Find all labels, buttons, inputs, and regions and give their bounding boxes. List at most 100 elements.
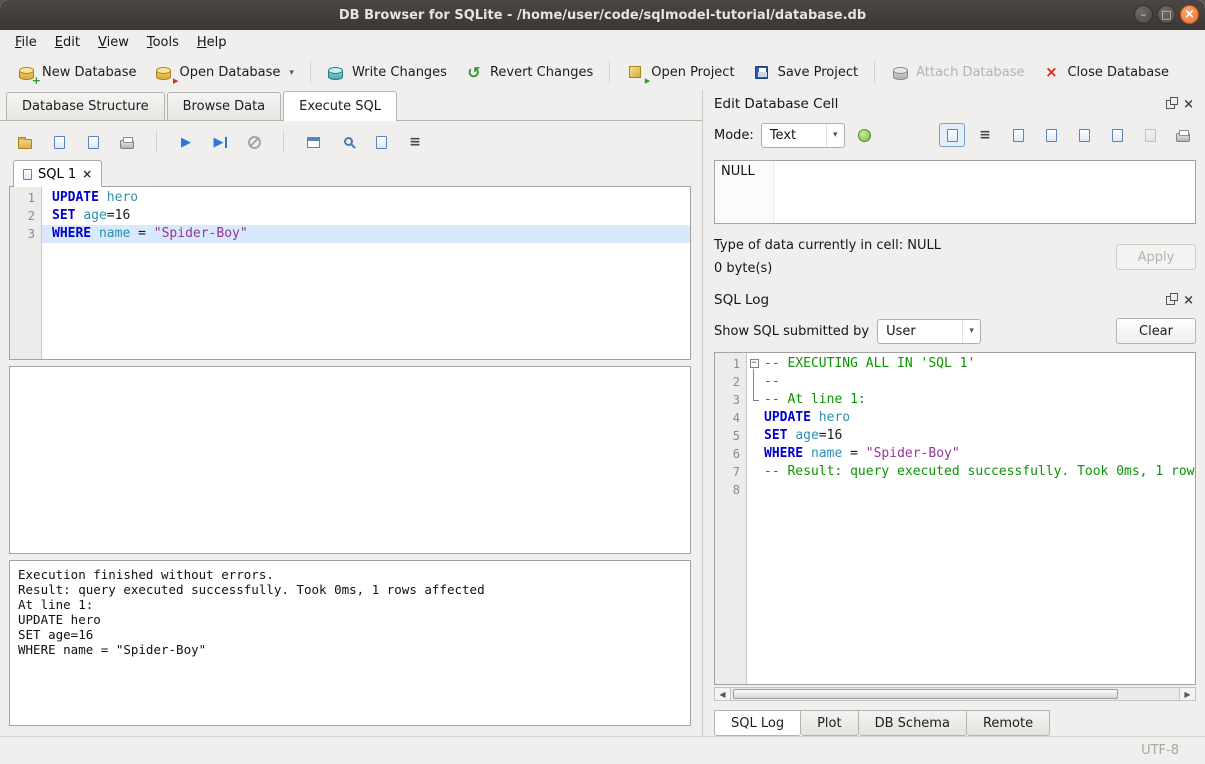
- revert-changes-button[interactable]: ↺ Revert Changes: [456, 60, 602, 85]
- auto-format-button[interactable]: [852, 123, 878, 147]
- tab-database-structure[interactable]: Database Structure: [6, 92, 165, 120]
- scrollbar-track[interactable]: [731, 688, 1179, 700]
- copy-cell-button[interactable]: [1038, 123, 1064, 147]
- execute-current-line-icon: ▶: [214, 136, 227, 149]
- search-icon: [344, 137, 353, 146]
- clear-log-button[interactable]: Clear: [1116, 318, 1196, 344]
- write-changes-button[interactable]: Write Changes: [318, 60, 456, 85]
- apply-button[interactable]: Apply: [1116, 244, 1196, 270]
- dock-tab-bar: SQL Log Plot DB Schema Remote: [714, 710, 1196, 736]
- sql-file-icon: [23, 169, 32, 180]
- scroll-right-icon[interactable]: ▶: [1179, 688, 1195, 700]
- open-project-icon: ▸: [626, 64, 644, 81]
- tab-sql-log[interactable]: SQL Log: [714, 710, 801, 736]
- app-window: DB Browser for SQLite - /home/user/code/…: [0, 0, 1205, 764]
- save-sql-file-icon: [54, 136, 65, 149]
- results-grid[interactable]: [9, 366, 691, 554]
- close-database-button[interactable]: × Close Database: [1033, 60, 1178, 85]
- close-tab-icon[interactable]: ×: [82, 167, 92, 181]
- edit-cell-title: Edit Database Cell: [714, 96, 838, 112]
- sql-file-tab-bar: SQL 1 ×: [9, 158, 691, 186]
- close-database-icon: ×: [1042, 64, 1060, 81]
- tab-plot[interactable]: Plot: [801, 710, 859, 736]
- minimize-icon[interactable]: –: [1134, 5, 1153, 24]
- sql-file-tab-label: SQL 1: [38, 167, 76, 182]
- mode-select-value: Text: [770, 128, 796, 143]
- menu-view[interactable]: View: [89, 32, 138, 53]
- scroll-left-icon[interactable]: ◀: [715, 688, 731, 700]
- word-wrap-icon: ≡: [979, 128, 991, 142]
- export-cell-button[interactable]: ▸: [1104, 123, 1130, 147]
- save-project-button[interactable]: Save Project: [744, 60, 868, 85]
- cell-word-wrap-button[interactable]: ≡: [972, 123, 998, 147]
- sql-log-filter-row: Show SQL submitted by User ▾ Clear: [714, 316, 1196, 346]
- find-button[interactable]: [335, 130, 359, 154]
- save-sql-file-as-button[interactable]: [81, 130, 105, 154]
- close-panel-icon[interactable]: ×: [1183, 98, 1194, 111]
- attach-database-button[interactable]: Attach Database: [882, 60, 1033, 85]
- menu-file[interactable]: File: [6, 32, 46, 53]
- cell-info-row: Type of data currently in cell: NULL 0 b…: [714, 238, 1196, 276]
- save-project-icon: [753, 64, 771, 81]
- sql-file-tab[interactable]: SQL 1 ×: [13, 160, 102, 187]
- float-panel-icon[interactable]: [1166, 100, 1175, 109]
- execute-sql-page: ▶ ▶ ≡ SQL 1 × 1UPDATE hero2SET age=163WH…: [0, 121, 702, 736]
- sql-log-filter-select[interactable]: User ▾: [877, 319, 981, 344]
- print-icon: [120, 140, 134, 149]
- close-icon[interactable]: ×: [1180, 5, 1199, 24]
- message-line: Result: query executed successfully. Too…: [18, 582, 682, 597]
- import-cell-button[interactable]: ▸: [1071, 123, 1097, 147]
- tab-db-schema[interactable]: DB Schema: [859, 710, 967, 736]
- word-wrap-icon: ≡: [409, 135, 421, 149]
- sql-editor[interactable]: 1UPDATE hero2SET age=163WHERE name = "Sp…: [9, 186, 691, 360]
- tab-remote[interactable]: Remote: [967, 710, 1050, 736]
- cell-value-editor[interactable]: NULL: [714, 160, 1196, 224]
- scrollbar-thumb[interactable]: [733, 689, 1118, 699]
- main-content-right: Edit Database Cell × Mode: Text ▾ ≡ ▸ ▸: [704, 90, 1205, 736]
- cell-size-info: 0 byte(s): [714, 261, 941, 276]
- sql-log-view[interactable]: 1−-- EXECUTING ALL IN 'SQL 1'2--3-- At l…: [714, 352, 1196, 685]
- log-horizontal-scrollbar[interactable]: ◀ ▶: [714, 687, 1196, 701]
- open-database-dropdown-icon[interactable]: ▾: [289, 68, 294, 81]
- save-sql-file-as-icon: [88, 136, 99, 149]
- toolbar-separator: [310, 61, 311, 83]
- chevron-down-icon: ▾: [962, 320, 980, 343]
- stop-execution-button[interactable]: [242, 130, 266, 154]
- save-sql-file-button[interactable]: [47, 130, 71, 154]
- text-view-button[interactable]: [939, 123, 965, 147]
- gear-icon: [858, 129, 871, 142]
- edit-cell-header: Edit Database Cell ×: [714, 94, 1196, 114]
- text-document-icon: [947, 129, 958, 142]
- revert-changes-icon: ↺: [465, 64, 483, 81]
- close-panel-icon[interactable]: ×: [1183, 294, 1194, 307]
- execute-all-button[interactable]: ▶: [174, 130, 198, 154]
- float-panel-icon[interactable]: [1166, 296, 1175, 305]
- print-sql-button[interactable]: [115, 130, 139, 154]
- detach-editor-button[interactable]: [301, 130, 325, 154]
- maximize-icon[interactable]: □: [1157, 5, 1176, 24]
- tab-browse-data[interactable]: Browse Data: [167, 92, 282, 120]
- open-in-external-button[interactable]: [1005, 123, 1031, 147]
- window-controls: – □ ×: [1134, 5, 1199, 24]
- menu-edit[interactable]: Edit: [46, 32, 89, 53]
- execute-sql-toolbar: ▶ ▶ ≡: [9, 126, 691, 158]
- tab-execute-sql[interactable]: Execute SQL: [283, 91, 397, 121]
- menu-bar: File Edit View Tools Help: [0, 30, 1205, 54]
- cell-type-info: Type of data currently in cell: NULL: [714, 238, 941, 253]
- open-project-button[interactable]: ▸ Open Project: [617, 60, 743, 85]
- execute-current-line-button[interactable]: ▶: [208, 130, 232, 154]
- new-database-button[interactable]: + New Database: [8, 60, 146, 85]
- window-icon: [307, 137, 320, 148]
- open-database-button[interactable]: ▸ Open Database ▾: [146, 60, 303, 85]
- menu-tools[interactable]: Tools: [138, 32, 188, 53]
- menu-help[interactable]: Help: [188, 32, 236, 53]
- stop-icon: [248, 136, 261, 149]
- cell-value: NULL: [721, 164, 755, 179]
- auto-complete-button[interactable]: [369, 130, 393, 154]
- set-null-button[interactable]: [1137, 123, 1163, 147]
- open-sql-file-button[interactable]: [13, 130, 37, 154]
- message-line: At line 1:: [18, 597, 682, 612]
- word-wrap-button[interactable]: ≡: [403, 130, 427, 154]
- mode-select[interactable]: Text ▾: [761, 123, 845, 148]
- print-cell-button[interactable]: [1170, 123, 1196, 147]
